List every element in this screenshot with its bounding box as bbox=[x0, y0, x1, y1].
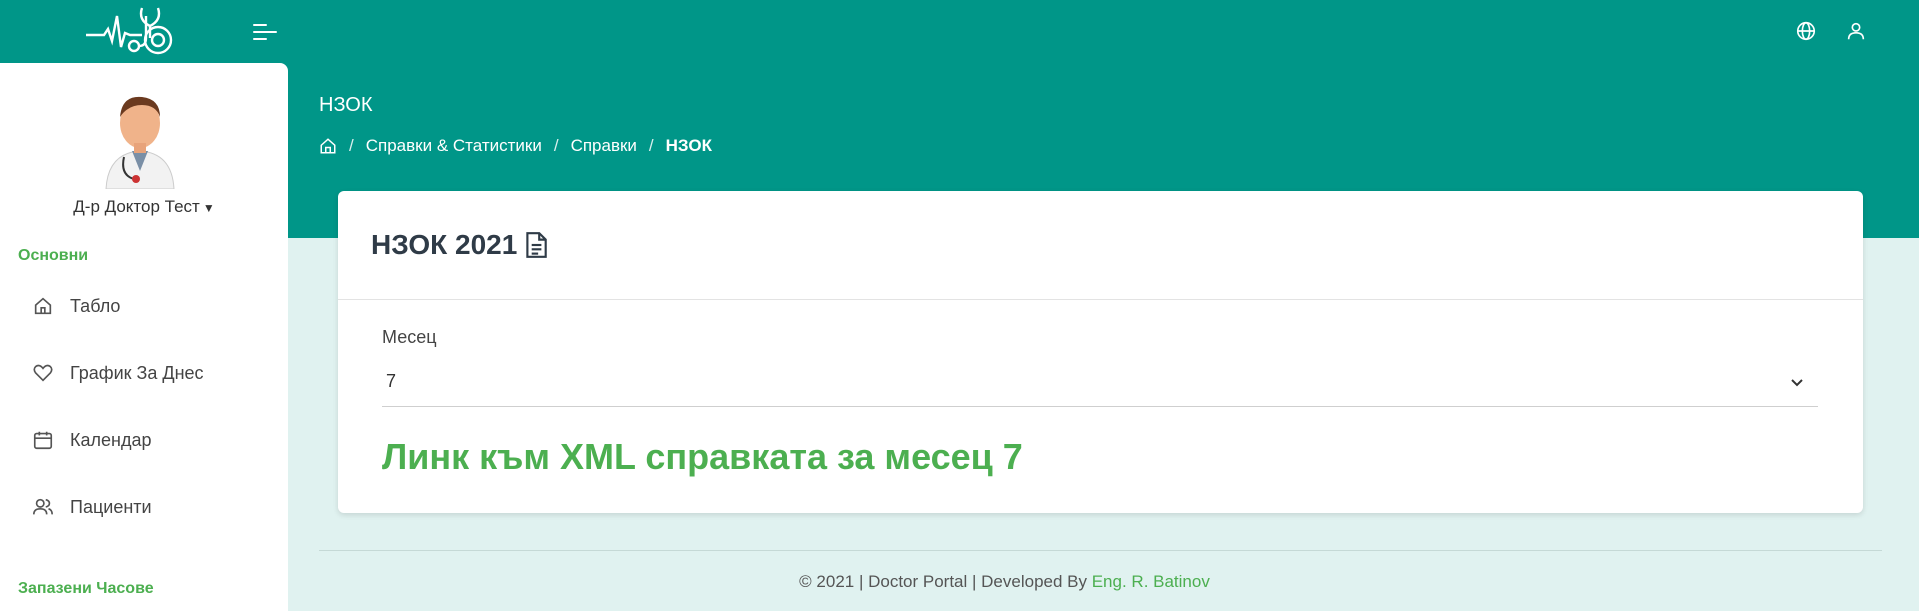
sidebar-item-label: Табло bbox=[70, 295, 121, 316]
home-icon bbox=[34, 297, 52, 315]
caret-down-icon: ▼ bbox=[202, 201, 215, 215]
breadcrumb-separator: / bbox=[349, 136, 354, 155]
author-link[interactable]: Eng. R. Batinov bbox=[1092, 572, 1210, 591]
chevron-down-icon bbox=[1791, 379, 1803, 387]
xml-report-link[interactable]: Линк към XML справката за месец 7 bbox=[382, 436, 1023, 478]
sidebar-item-label: График За Днес bbox=[70, 362, 204, 383]
sidebar-item-dashboard[interactable]: Табло bbox=[32, 290, 272, 322]
month-label: Месец bbox=[382, 327, 437, 347]
breadcrumb-separator: / bbox=[648, 136, 654, 155]
sidebar-item-today-schedule[interactable]: График За Днес bbox=[32, 357, 272, 389]
breadcrumb-reports[interactable]: Справки bbox=[571, 136, 637, 156]
calendar-icon bbox=[33, 431, 53, 450]
breadcrumb-current: НЗОК bbox=[665, 136, 712, 155]
breadcrumb-separator: / bbox=[553, 136, 559, 155]
footer-text: © 2021 | Doctor Portal | Developed By bbox=[799, 572, 1092, 591]
stethoscope-logo-icon[interactable] bbox=[86, 4, 200, 58]
heart-icon bbox=[33, 364, 53, 382]
user-menu[interactable]: Д-р Доктор Тест ▼ bbox=[0, 197, 288, 217]
sidebar: Д-р Доктор Тест ▼ Основни Табло График За… bbox=[0, 63, 288, 611]
home-icon[interactable] bbox=[319, 137, 337, 155]
footer: © 2021 | Doctor Portal | Developed By En… bbox=[300, 572, 1709, 592]
footer-divider bbox=[319, 550, 1882, 551]
user-icon[interactable] bbox=[1845, 20, 1867, 42]
breadcrumb-reports-statistics[interactable]: Справки & Статистики bbox=[366, 136, 542, 156]
month-select[interactable]: 7 bbox=[382, 361, 1818, 407]
sidebar-item-calendar[interactable]: Календар bbox=[32, 424, 272, 456]
card-title: НЗОК 2021 bbox=[371, 229, 518, 260]
month-select-value: 7 bbox=[386, 371, 397, 391]
card-header: НЗОК 2021 bbox=[338, 191, 1863, 300]
nzok-report-card: НЗОК 2021 Месец 7 Линк към XML справката… bbox=[338, 191, 1863, 513]
user-name: Д-р Доктор Тест bbox=[73, 197, 200, 216]
sidebar-item-label: Пациенти bbox=[70, 496, 152, 517]
globe-icon[interactable] bbox=[1795, 20, 1817, 42]
menu-toggle-icon[interactable] bbox=[252, 20, 278, 44]
sidebar-item-label: Календар bbox=[70, 429, 152, 450]
sidebar-item-patients[interactable]: Пациенти bbox=[32, 491, 272, 523]
doctor-avatar bbox=[105, 96, 175, 189]
users-icon bbox=[33, 498, 53, 515]
breadcrumb: / Справки & Статистики / Справки / НЗОК bbox=[319, 135, 712, 157]
page-title: НЗОК bbox=[319, 94, 373, 116]
file-text-icon bbox=[526, 232, 548, 258]
section-title-reserved: Запазени Часове bbox=[18, 580, 154, 597]
section-title-main: Основни bbox=[18, 247, 89, 264]
